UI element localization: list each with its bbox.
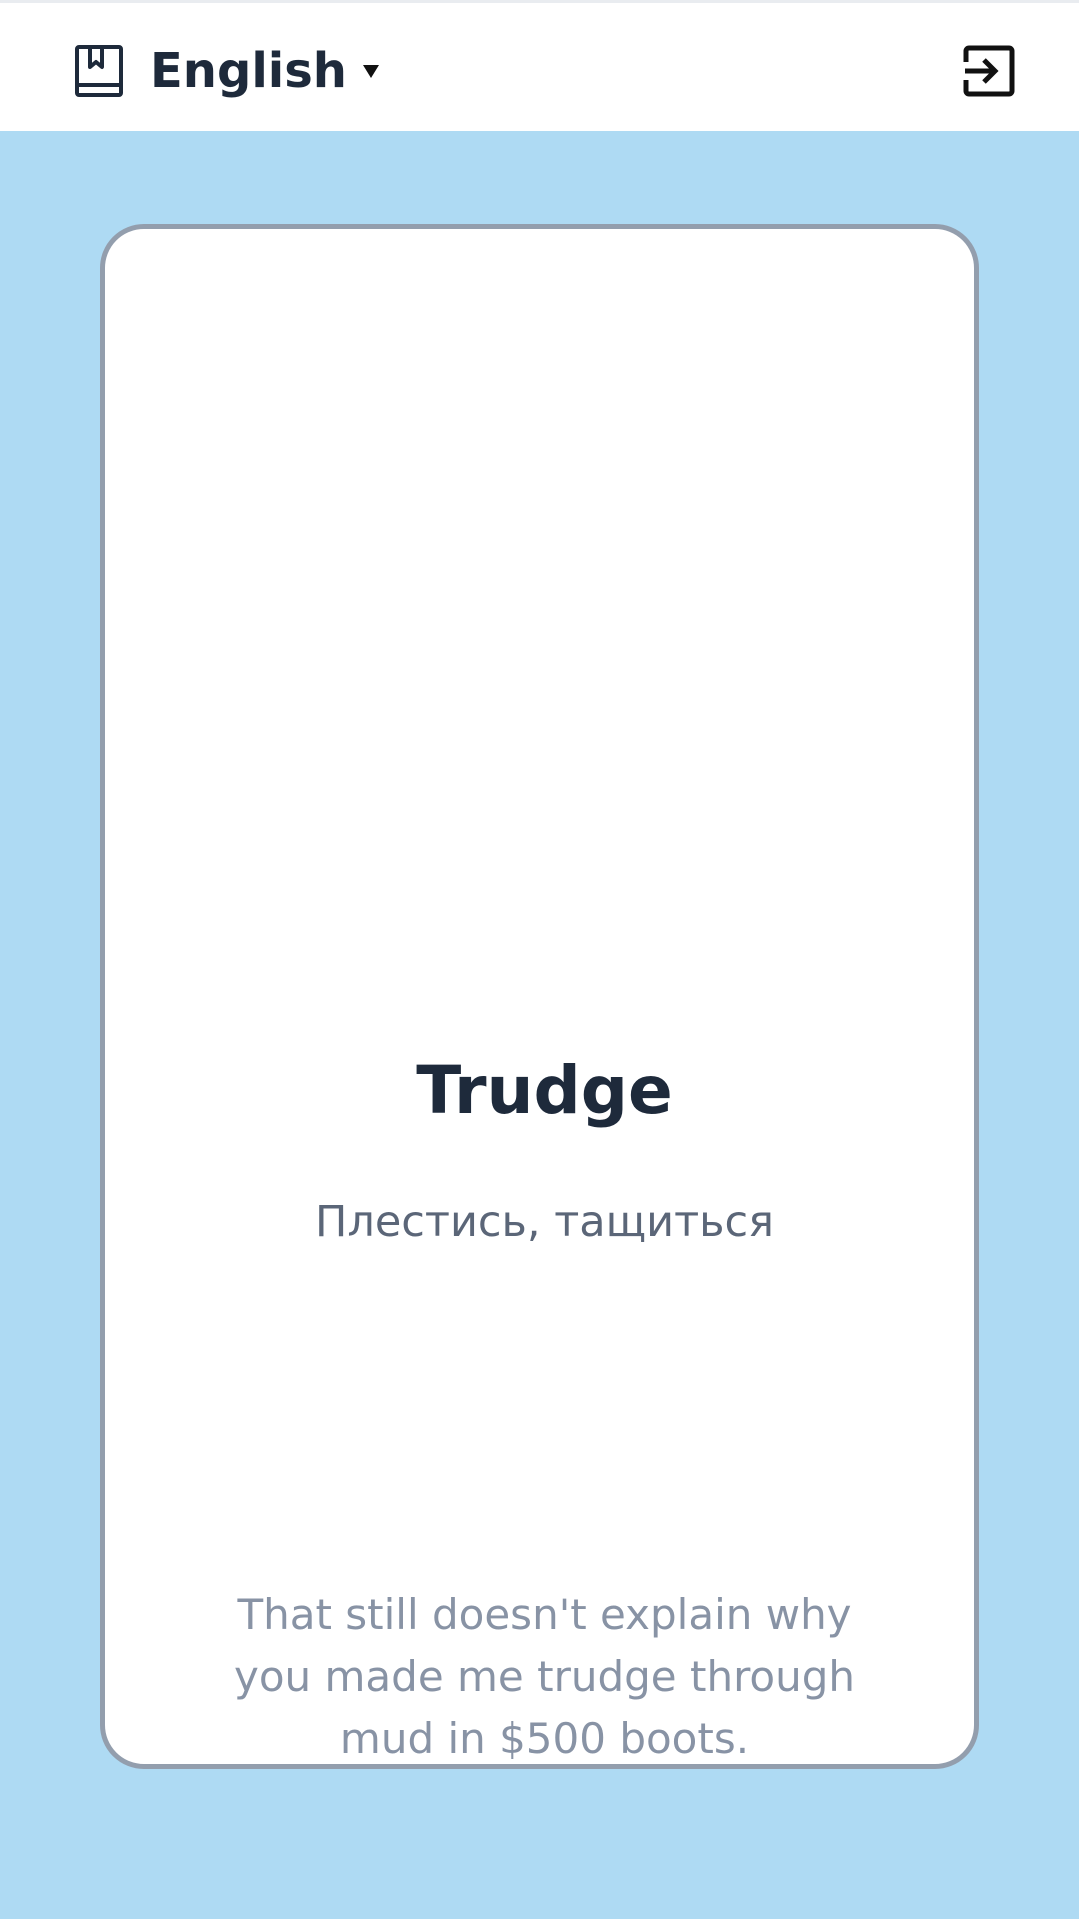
book-bookmark-icon — [74, 44, 124, 98]
card-translation: Плестись, тащиться — [315, 1197, 774, 1247]
language-label: English — [150, 43, 347, 99]
card-word: Trudge — [416, 1052, 673, 1129]
top-bar: English — [0, 0, 1079, 131]
flashcard[interactable]: Trudge Плестись, тащиться That still doe… — [100, 224, 979, 1769]
card-example-sentence: That still doesn't explain why you made … — [233, 1590, 856, 1763]
language-selector[interactable]: English — [74, 41, 381, 101]
logout-icon[interactable] — [961, 45, 1015, 97]
caret-down-icon — [361, 61, 381, 81]
